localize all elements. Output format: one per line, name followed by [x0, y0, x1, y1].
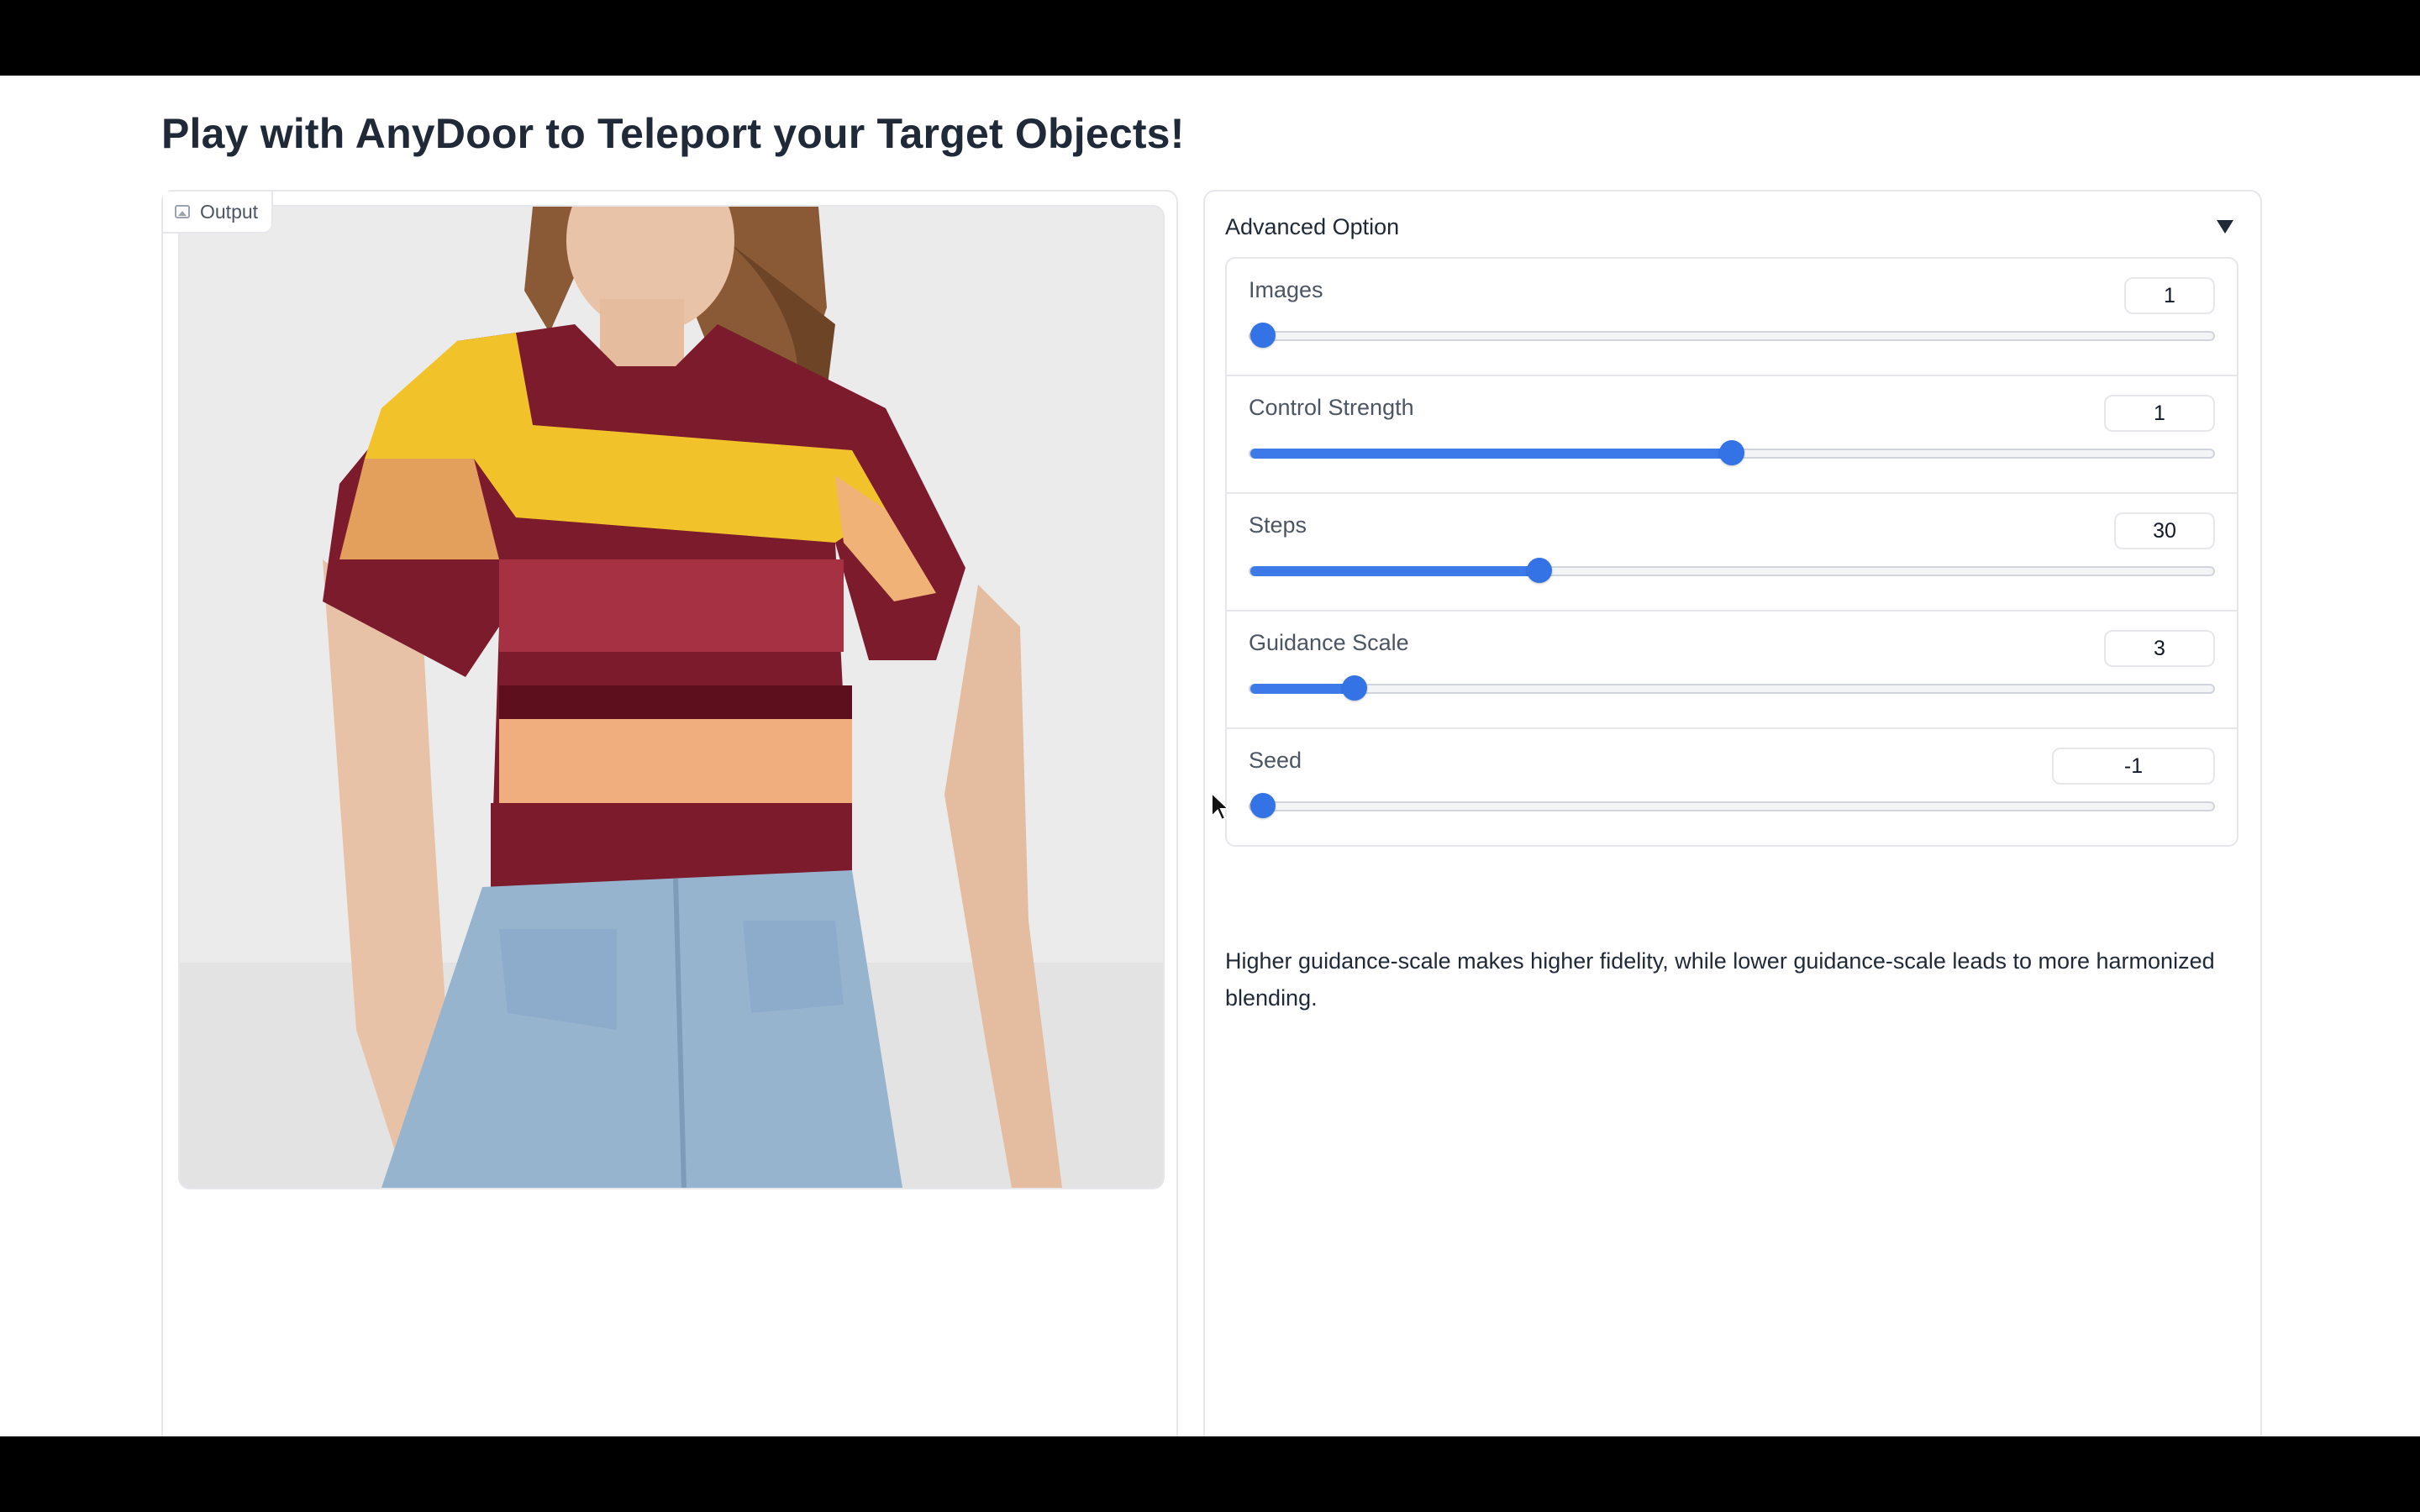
slider-row-steps: Steps: [1227, 494, 2237, 612]
steps-label: Steps: [1249, 512, 1307, 538]
advanced-options-panel: Advanced Option Images Control Strength: [1203, 190, 2262, 1436]
image-icon: [175, 205, 190, 218]
control-strength-slider-thumb[interactable]: [1719, 440, 1744, 465]
control-strength-label: Control Strength: [1249, 395, 1414, 420]
seed-number-input[interactable]: [2052, 748, 2215, 785]
slider-row-guidance-scale: Guidance Scale: [1227, 612, 2237, 729]
output-label-text: Output: [200, 200, 259, 223]
guidance-scale-label: Guidance Scale: [1249, 630, 1409, 655]
guidance-scale-slider-fill: [1250, 684, 1355, 694]
advanced-option-toggle[interactable]: Advanced Option: [1225, 203, 2238, 250]
control-strength-slider-fill: [1250, 449, 1732, 459]
seed-label: Seed: [1249, 748, 1302, 773]
guidance-note: Higher guidance-scale makes higher fidel…: [1225, 948, 2215, 1011]
generated-image-illustration: [180, 207, 1163, 1188]
slider-row-images: Images: [1227, 259, 2237, 376]
guidance-scale-slider-thumb[interactable]: [1341, 675, 1367, 701]
steps-slider-thumb[interactable]: [1526, 558, 1552, 583]
seed-slider[interactable]: [1249, 793, 2215, 818]
slider-row-seed: Seed: [1227, 729, 2237, 845]
images-slider-thumb[interactable]: [1250, 323, 1276, 348]
letterbox-top: [0, 0, 2420, 76]
control-strength-slider[interactable]: [1249, 440, 2215, 465]
images-label: Images: [1249, 277, 1323, 302]
guidance-scale-slider[interactable]: [1249, 675, 2215, 701]
letterbox-bottom: [0, 1436, 2420, 1512]
caret-down-icon[interactable]: [2217, 220, 2233, 234]
page-title: Play with AnyDoor to Teleport your Targe…: [161, 110, 1185, 157]
advanced-option-title: Advanced Option: [1225, 213, 1400, 239]
seed-slider-thumb[interactable]: [1250, 793, 1276, 818]
guidance-scale-number-input[interactable]: [2104, 630, 2215, 667]
control-strength-number-input[interactable]: [2104, 395, 2215, 432]
steps-slider-fill: [1250, 566, 1539, 576]
mouse-cursor-icon: [1211, 791, 1230, 822]
slider-row-control-strength: Control Strength: [1227, 376, 2237, 494]
output-panel: Output: [161, 190, 1178, 1436]
sliders-group: Images Control Strength Steps: [1225, 257, 2238, 847]
app-page: Play with AnyDoor to Teleport your Targe…: [0, 76, 2420, 1436]
steps-number-input[interactable]: [2114, 512, 2215, 549]
images-number-input[interactable]: [2124, 277, 2215, 314]
images-slider[interactable]: [1249, 323, 2215, 348]
output-image[interactable]: [178, 205, 1165, 1189]
output-label-tag: Output: [163, 192, 274, 234]
steps-slider[interactable]: [1249, 558, 2215, 583]
